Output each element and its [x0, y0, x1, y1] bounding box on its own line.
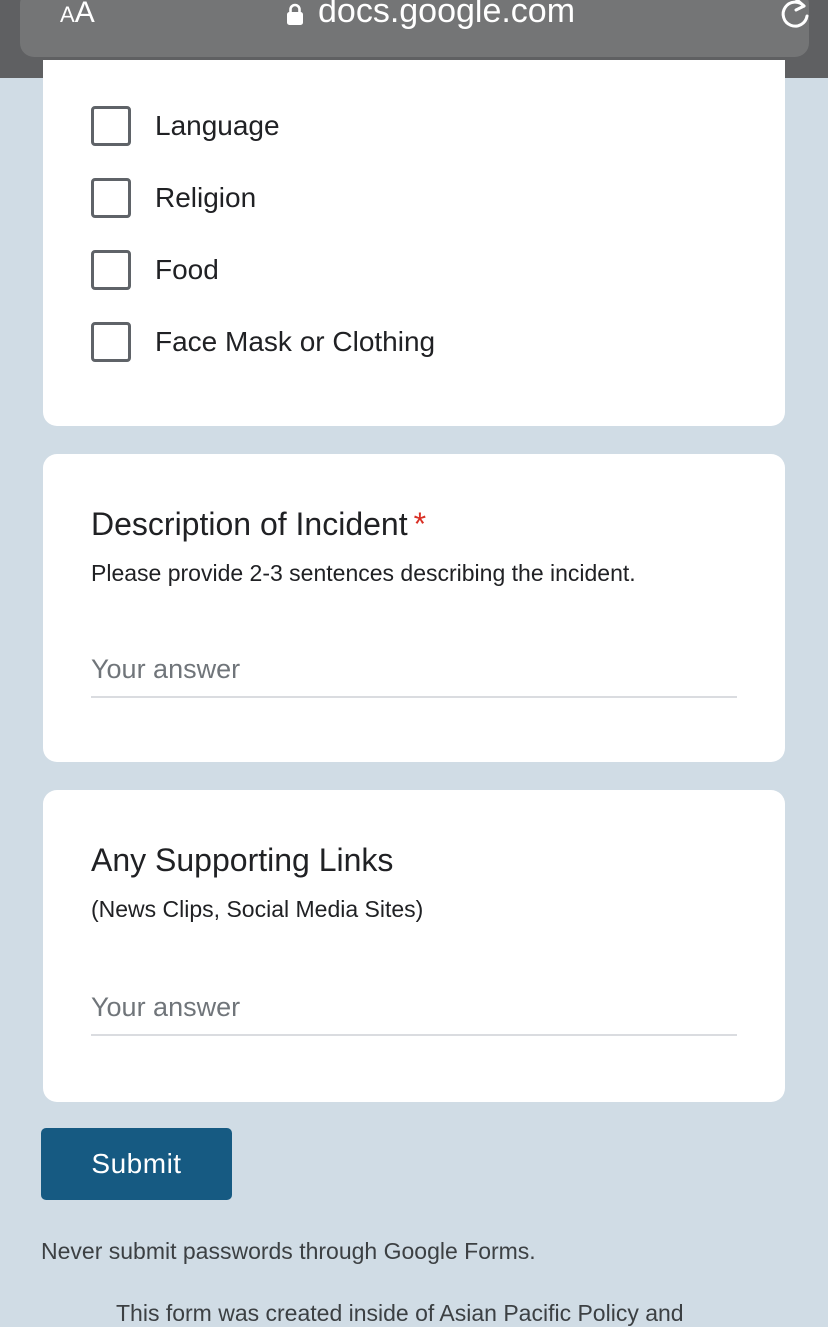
- checkbox-label: Food: [155, 254, 219, 285]
- checkbox[interactable]: [91, 106, 131, 146]
- text-size-button[interactable]: AA: [60, 0, 95, 30]
- submit-button[interactable]: Submit: [41, 1128, 232, 1200]
- lock-icon: [287, 3, 303, 25]
- checkbox-label: Language: [155, 110, 280, 141]
- address-bar[interactable]: AA docs.google.com: [20, 0, 809, 57]
- description-question-card: Description of Incident * Please provide …: [43, 454, 785, 762]
- url-text[interactable]: docs.google.com: [318, 0, 575, 31]
- password-warning: Never submit passwords through Google Fo…: [41, 1238, 536, 1264]
- checkbox-question-card: Language Religion Food Face Mask or Clot…: [43, 60, 785, 426]
- description-answer-input[interactable]: Your answer: [91, 652, 737, 698]
- question-title: Description of Incident *: [91, 506, 427, 542]
- question-description: Please provide 2-3 sentences describing …: [91, 560, 636, 586]
- links-question-card: Any Supporting Links (News Clips, Social…: [43, 790, 785, 1102]
- checkbox-option-face-mask[interactable]: Face Mask or Clothing: [91, 322, 435, 362]
- checkbox-option-language[interactable]: Language: [91, 106, 280, 146]
- reload-icon[interactable]: [777, 0, 813, 31]
- footer-text: This form was created inside of Asian Pa…: [116, 1300, 684, 1326]
- question-title: Any Supporting Links: [91, 842, 394, 878]
- checkbox-label: Face Mask or Clothing: [155, 326, 436, 357]
- checkbox-label: Religion: [155, 182, 257, 213]
- checkbox[interactable]: [91, 250, 131, 290]
- checkbox[interactable]: [91, 178, 131, 218]
- required-asterisk: *: [413, 506, 427, 542]
- question-description: (News Clips, Social Media Sites): [91, 896, 424, 922]
- checkbox-option-religion[interactable]: Religion: [91, 178, 256, 218]
- checkbox-option-food[interactable]: Food: [91, 250, 219, 290]
- links-answer-input[interactable]: Your answer: [91, 990, 737, 1036]
- checkbox[interactable]: [91, 322, 131, 362]
